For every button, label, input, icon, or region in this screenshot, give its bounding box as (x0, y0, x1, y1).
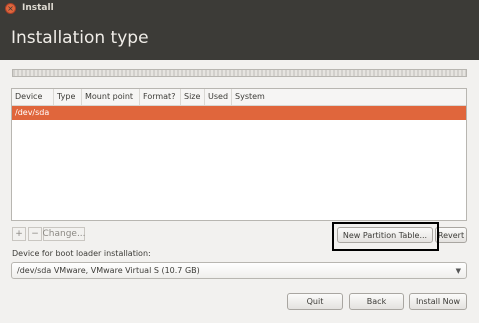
install-now-button[interactable]: Install Now (409, 293, 467, 310)
change-partition-button[interactable]: Change... (42, 227, 86, 241)
column-header-device[interactable]: Device (12, 89, 54, 105)
column-header-system[interactable]: System (232, 89, 468, 105)
close-icon[interactable]: × (5, 3, 16, 14)
revert-button[interactable]: Revert (435, 227, 467, 243)
chevron-down-icon: ▼ (455, 267, 461, 275)
table-header: Device Type Mount point Format? Size Use… (12, 89, 466, 106)
add-partition-button[interactable]: + (12, 227, 26, 241)
partition-visualization-bar (12, 69, 467, 77)
highlight-annotation (332, 222, 439, 251)
title-bar: × Install (0, 0, 479, 18)
device-cell: /dev/sda (15, 108, 50, 117)
page-title: Installation type (11, 28, 149, 48)
boot-loader-device-select[interactable]: /dev/sda VMware, VMware Virtual S (10.7 … (11, 262, 467, 279)
column-header-used[interactable]: Used (205, 89, 232, 105)
boot-loader-selected-value: /dev/sda VMware, VMware Virtual S (10.7 … (17, 266, 200, 275)
column-header-mount-point[interactable]: Mount point (82, 89, 140, 105)
column-header-type[interactable]: Type (54, 89, 82, 105)
column-header-size[interactable]: Size (181, 89, 205, 105)
page-header: Installation type (0, 18, 479, 60)
column-header-format[interactable]: Format? (140, 89, 181, 105)
quit-button[interactable]: Quit (287, 293, 343, 310)
window-title: Install (22, 3, 54, 13)
partition-table: Device Type Mount point Format? Size Use… (11, 88, 467, 221)
table-row[interactable]: /dev/sda (12, 106, 466, 120)
boot-loader-label: Device for boot loader installation: (12, 249, 151, 258)
back-button[interactable]: Back (349, 293, 404, 310)
remove-partition-button[interactable]: − (28, 227, 42, 241)
